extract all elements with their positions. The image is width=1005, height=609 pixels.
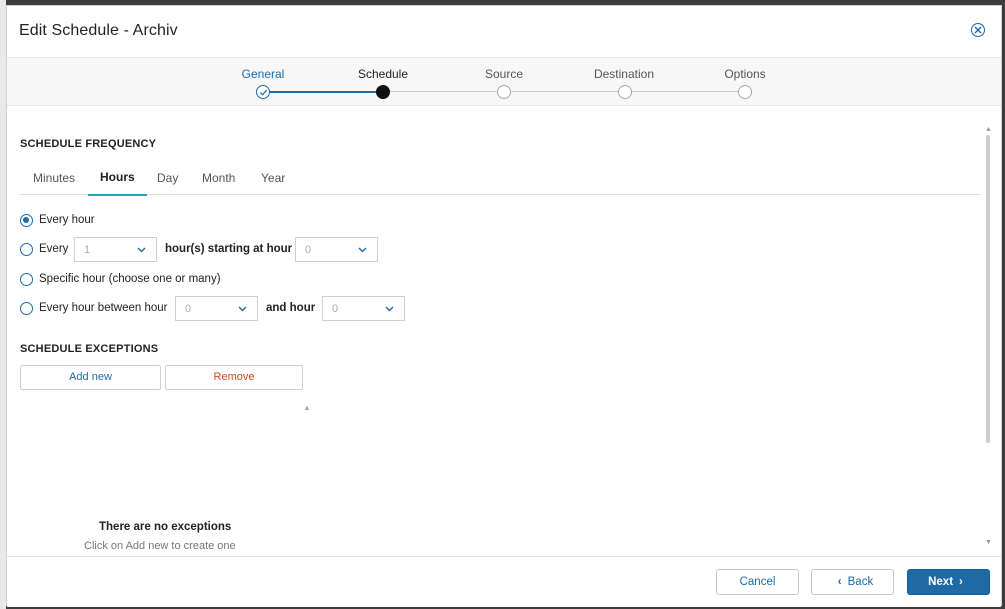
wizard-steps: General Schedule Source Destination Opti… (7, 57, 1001, 106)
between-from-select[interactable]: 0 (175, 296, 258, 321)
radio-every-n-hours[interactable] (20, 242, 33, 256)
tab-month[interactable]: Month (202, 171, 235, 193)
step-destination[interactable]: Destination (574, 67, 674, 81)
empty-state-title: There are no exceptions (99, 521, 232, 533)
hours-starting-at-label: hour(s) starting at hour (165, 243, 293, 255)
option-specific-label: Specific hour (choose one or many) (39, 273, 221, 285)
step-source[interactable]: Source (454, 67, 554, 81)
option-every-n-label: Every (39, 243, 69, 255)
step-pending-dot (738, 85, 752, 99)
content-scrollbar[interactable]: ▲ ▼ (985, 126, 992, 546)
step-source-label: Source (484, 67, 524, 81)
start-hour-value: 0 (305, 244, 312, 256)
step-current-dot (376, 85, 390, 99)
option-every-n-hours[interactable]: Every (20, 237, 68, 261)
radio-every-hour[interactable] (20, 213, 33, 227)
step-destination-label: Destination (593, 67, 655, 81)
chevron-right-icon: › (959, 576, 963, 588)
option-specific-hour[interactable]: Specific hour (choose one or many) (20, 267, 221, 291)
between-from-value: 0 (185, 303, 192, 315)
step-options[interactable]: Options (695, 67, 795, 81)
tab-day[interactable]: Day (157, 171, 178, 193)
option-between-hours[interactable]: Every hour between hour (20, 296, 168, 320)
chevron-left-icon: ‹ (837, 576, 842, 588)
step-schedule-label: Schedule (357, 67, 409, 81)
back-button-label: Back (847, 576, 874, 588)
option-every-hour-label: Every hour (39, 214, 95, 226)
remove-button[interactable]: Remove (165, 365, 303, 390)
between-to-value: 0 (332, 303, 339, 315)
tab-hours[interactable]: Hours (88, 170, 147, 196)
next-button[interactable]: Next › (907, 569, 990, 595)
edit-schedule-dialog: Edit Schedule - Archiv General Schedule … (6, 5, 1002, 607)
schedule-frequency-title: SCHEDULE FREQUENCY (20, 138, 157, 150)
chevron-down-icon (137, 247, 146, 253)
dialog-header: Edit Schedule - Archiv (7, 6, 1001, 57)
scroll-thumb[interactable] (986, 135, 990, 443)
and-hour-label: and hour (266, 302, 316, 314)
cancel-button-label: Cancel (739, 576, 776, 588)
radio-between-hours[interactable] (20, 301, 33, 315)
chevron-down-icon (358, 247, 367, 253)
cancel-button[interactable]: Cancel (716, 569, 799, 595)
dialog-content: SCHEDULE FREQUENCY Minutes Hours Day Mon… (7, 107, 985, 556)
step-connector-done (263, 91, 383, 93)
dialog-footer: Cancel ‹ Back Next › (7, 556, 1001, 607)
chevron-down-icon (385, 306, 394, 312)
step-options-label: Options (724, 67, 766, 81)
step-general[interactable]: General (213, 67, 313, 81)
start-hour-select[interactable]: 0 (295, 237, 378, 262)
step-general-label: General (241, 67, 285, 81)
every-n-value: 1 (84, 244, 91, 256)
frequency-tabs: Minutes Hours Day Month Year (20, 163, 980, 196)
add-new-button[interactable]: Add new (20, 365, 161, 390)
scroll-up-icon[interactable]: ▲ (985, 126, 992, 133)
between-to-select[interactable]: 0 (322, 296, 405, 321)
step-pending-dot (618, 85, 632, 99)
chevron-down-icon (238, 306, 247, 312)
close-icon[interactable] (971, 23, 985, 37)
every-n-select[interactable]: 1 (74, 237, 157, 262)
scroll-down-icon[interactable]: ▼ (985, 539, 992, 546)
step-connector-pending (383, 91, 745, 92)
back-button[interactable]: ‹ Back (811, 569, 894, 595)
schedule-exceptions-title: SCHEDULE EXCEPTIONS (20, 343, 159, 355)
check-icon (256, 85, 270, 99)
dialog-title: Edit Schedule - Archiv (19, 22, 178, 39)
option-between-label: Every hour between hour (39, 302, 168, 314)
sort-caret-icon: ▲ (303, 403, 311, 412)
option-every-hour[interactable]: Every hour (20, 208, 95, 232)
radio-specific-hour[interactable] (20, 272, 33, 286)
empty-state-subtitle: Click on Add new to create one (84, 540, 236, 552)
next-button-label: Next (928, 576, 954, 588)
tab-minutes[interactable]: Minutes (33, 171, 75, 193)
step-pending-dot (497, 85, 511, 99)
step-schedule[interactable]: Schedule (333, 67, 433, 81)
tab-year[interactable]: Year (261, 171, 285, 193)
